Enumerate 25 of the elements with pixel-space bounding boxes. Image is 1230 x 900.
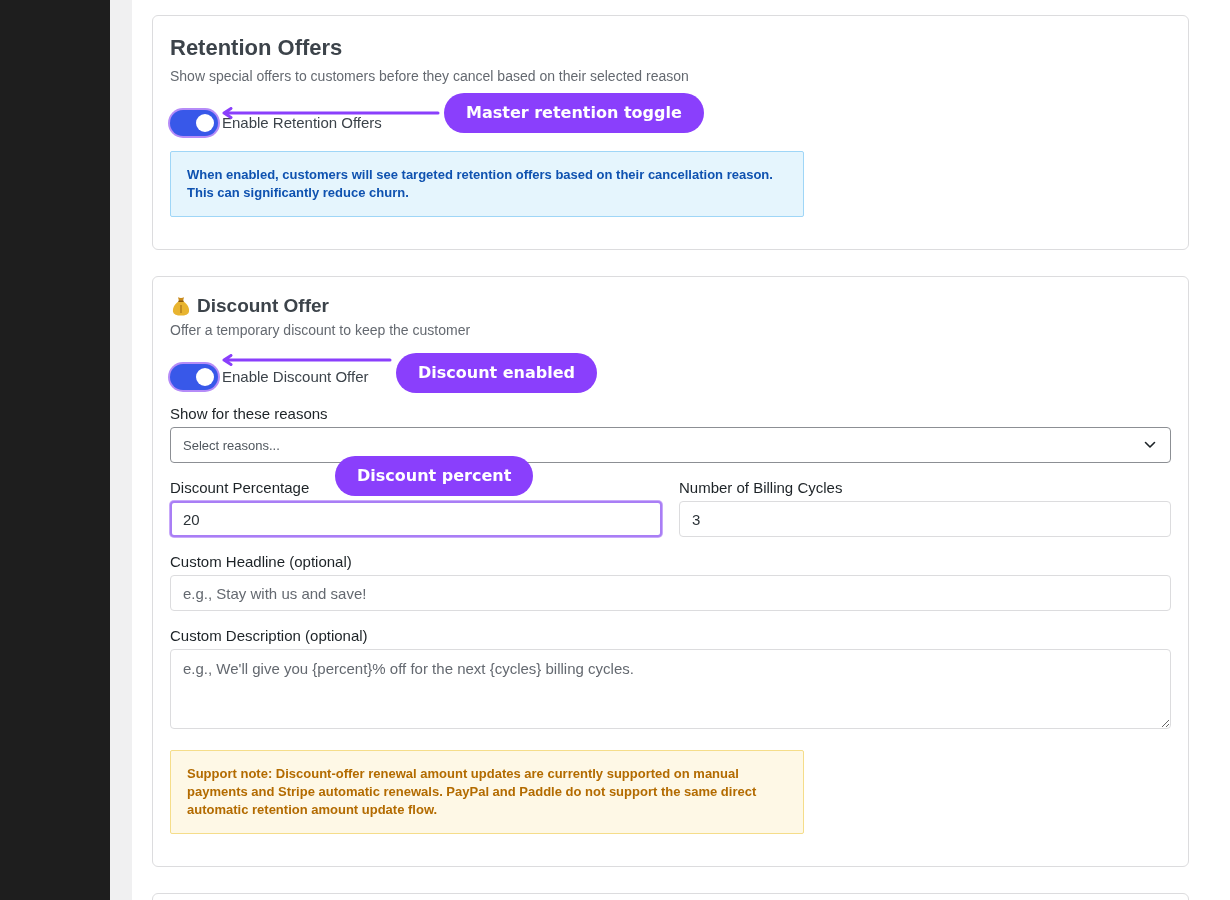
section-title: Retention Offers — [170, 34, 344, 62]
annotation-callout: Master retention toggle — [444, 93, 704, 133]
input-field[interactable]: 20 — [170, 501, 662, 537]
section-description: Offer a temporary discount to keep the customer — [170, 321, 472, 340]
warning-notice: Support note: Discount-offer renewal amount updates are currently supported on manual payments and Stripe automatic renewals. PayPal and Paddle do not support the same direct automatic retention amount update flow. — [170, 750, 804, 834]
toggle-label: Enable Discount Offer — [222, 367, 369, 387]
field-label: Discount Percentage — [170, 478, 311, 498]
toggle-switch[interactable] — [170, 110, 218, 136]
section-description: Show special offers to customers before they cancel based on their selected reason — [170, 67, 690, 86]
toggle-switch[interactable] — [170, 364, 218, 390]
annotation-callout: Discount enabled — [396, 353, 598, 393]
annotation-callout: Discount percent — [335, 456, 534, 496]
money-bag-icon — [172, 296, 190, 316]
section-title: Discount Offer — [197, 294, 329, 318]
field-label: Show for these reasons — [170, 404, 329, 424]
field-label: Number of Billing Cycles — [679, 478, 844, 498]
textarea-field[interactable]: e.g., We'll give you {percent}% off for the next {cycles} billing cycles. — [170, 649, 1171, 729]
input-field[interactable]: e.g., Stay with us and save! — [170, 575, 1171, 611]
toggle-label: Enable Retention Offers — [222, 113, 382, 133]
field-label: Custom Headline (optional) — [170, 552, 353, 572]
input-field[interactable]: 3 — [679, 501, 1171, 537]
chevron-down-icon — [1144, 441, 1156, 449]
field-label: Custom Description (optional) — [170, 626, 369, 646]
info-notice: When enabled, customers will see targeted retention offers based on their cancellation reason. This can significantly reduce churn. — [170, 151, 804, 217]
reasons-select[interactable]: Select reasons... — [170, 427, 1171, 463]
